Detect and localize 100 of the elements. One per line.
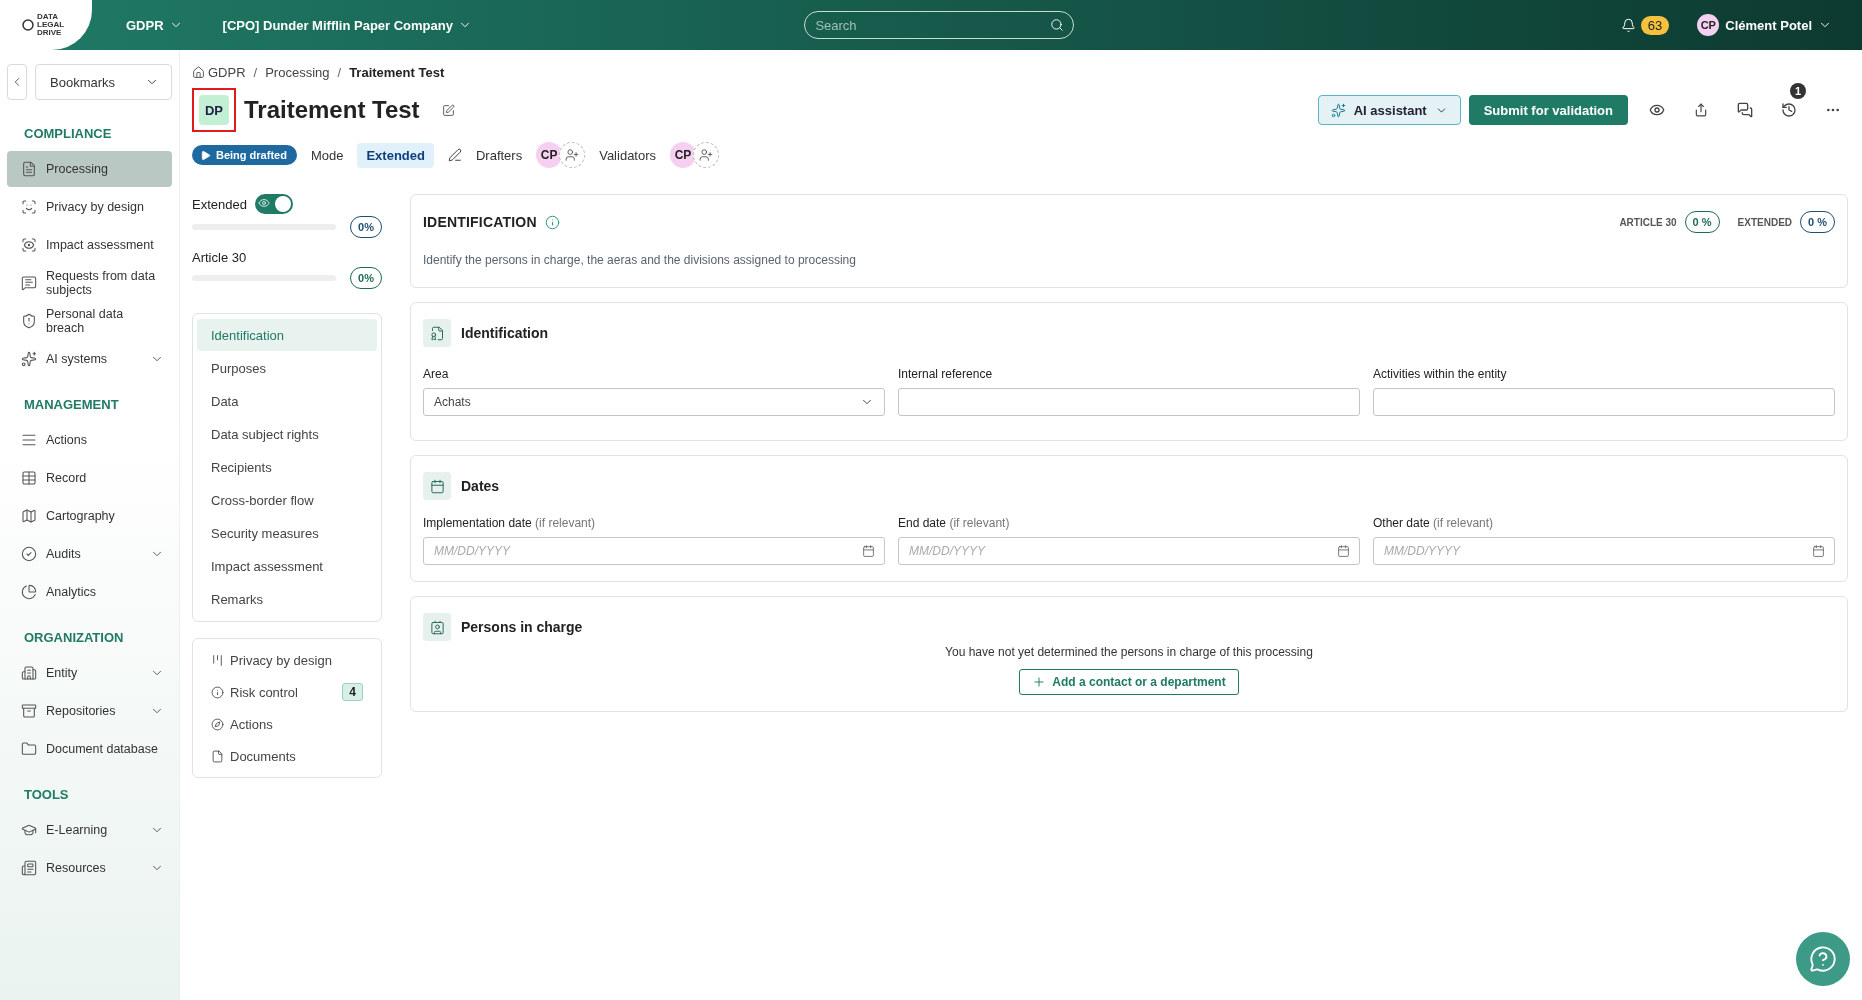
card-title: Dates [461, 478, 500, 494]
graduation-cap-icon [21, 822, 37, 838]
count-badge: 4 [342, 683, 363, 701]
date-field[interactable]: MM/DD/YYYY [1373, 537, 1835, 565]
drafters-label: Drafters [475, 147, 523, 163]
sidebar-item[interactable]: Resources [7, 850, 172, 886]
eye-icon [257, 197, 270, 209]
folder-icon [21, 741, 37, 757]
add-contact-button[interactable]: Add a contact or a department [1019, 669, 1239, 695]
add-person-button[interactable] [559, 142, 586, 168]
date-field[interactable]: MM/DD/YYYY [423, 537, 885, 565]
card-title: Persons in charge [461, 619, 583, 635]
nav-item[interactable]: Identification [197, 319, 377, 351]
mode-tag[interactable]: Extended [357, 142, 434, 168]
sidebar-item[interactable]: Entity [7, 655, 172, 691]
avatar: CP [536, 142, 563, 168]
field-label: Implementation date (if relevant) [423, 516, 597, 530]
play-icon [200, 149, 211, 161]
text-field[interactable] [1373, 388, 1835, 416]
card-title: Identification [461, 325, 549, 341]
sidebar-item[interactable]: Analytics [7, 574, 172, 610]
field-label: End date (if relevant) [898, 516, 1011, 530]
page-title: Traitement Test [244, 96, 420, 124]
search-icon [1050, 18, 1065, 32]
help-icon [1809, 945, 1837, 973]
dashed-frame-icon [21, 199, 37, 215]
link-item[interactable]: Risk control 4 [197, 676, 377, 708]
nav-item[interactable]: Cross-border flow [197, 484, 377, 516]
info-icon [211, 685, 224, 699]
user-menu[interactable]: CP Clément Potel [1691, 0, 1838, 50]
sidebar-item[interactable]: E-Learning [7, 812, 172, 848]
submit-button[interactable]: Submit for validation [1468, 95, 1628, 125]
sidebar-item[interactable]: Personal data breach [7, 303, 172, 339]
sidebar-item[interactable]: Document database [7, 731, 172, 767]
bell-icon [1620, 17, 1636, 33]
help-button[interactable] [1796, 932, 1850, 986]
add-person-button[interactable] [693, 142, 720, 168]
score-label: ARTICLE 30 [1619, 216, 1677, 228]
module-menu[interactable]: GDPR [120, 0, 189, 50]
breadcrumb-link[interactable]: GDPR [192, 65, 246, 80]
nav-item[interactable]: Data [197, 385, 377, 417]
section-title: MANAGEMENT [23, 396, 120, 414]
sparkles-icon [21, 351, 37, 367]
sidebar-item[interactable]: Requests from data subjects [7, 265, 172, 301]
breadcrumb-separator: / [337, 65, 342, 80]
sparkles-icon [1330, 102, 1346, 118]
empty-message: You have not yet determined the persons in charge of this processing [944, 645, 1314, 659]
calendar-icon [1337, 544, 1350, 558]
sidebar-item[interactable]: Cartography [7, 498, 172, 534]
nav-item[interactable]: Data subject rights [197, 418, 377, 450]
sidebar-item[interactable]: Impact assessment [7, 227, 172, 263]
breadcrumb-link[interactable]: Traitement Test [349, 65, 445, 80]
sidebar-item[interactable]: Privacy by design [7, 189, 172, 225]
field-label: Other date (if relevant) [1373, 516, 1495, 530]
text-field[interactable] [898, 388, 1360, 416]
company-menu[interactable]: [CPO] Dunder Mifflin Paper Company [216, 0, 478, 50]
search-field[interactable]: Search [804, 11, 1075, 39]
breadcrumb-link[interactable]: Processing [265, 65, 330, 80]
toggle-switch[interactable] [254, 194, 293, 214]
sidebar-item[interactable]: Record [7, 460, 172, 496]
sidebar-item[interactable]: Audits [7, 536, 172, 572]
home-icon [192, 66, 205, 79]
certificate-icon [423, 319, 451, 347]
section-heading: IDENTIFICATION [423, 214, 537, 230]
nav-item[interactable]: Remarks [197, 583, 377, 615]
initials-badge: DP [199, 95, 229, 125]
sidebar-item[interactable]: Processing [7, 151, 172, 187]
date-field[interactable]: MM/DD/YYYY [898, 537, 1360, 565]
sidebar-item[interactable]: Actions [7, 422, 172, 458]
scan-icon [21, 237, 37, 253]
sidebar-item[interactable]: AI systems [7, 341, 172, 377]
area-select[interactable]: Achats [423, 388, 885, 416]
map-icon [21, 508, 37, 524]
nav-item[interactable]: Security measures [197, 517, 377, 549]
plus-icon [1032, 675, 1047, 689]
mode-label: Mode [310, 147, 344, 163]
ai-assistant-button[interactable]: AI assistant [1317, 95, 1461, 125]
edit-icon [442, 103, 456, 117]
description: Identify the persons in charge, the aeras and the divisions assigned to processing [423, 253, 857, 267]
user-plus-icon [699, 148, 714, 162]
document-icon [21, 161, 37, 177]
calendar-icon [862, 544, 875, 558]
archive-icon [21, 703, 37, 719]
nav-item[interactable]: Recipients [197, 451, 377, 483]
building-icon [21, 665, 37, 681]
nav-item[interactable]: Purposes [197, 352, 377, 384]
link-item[interactable]: Privacy by design [197, 644, 377, 676]
file-icon [211, 749, 224, 763]
nav-item[interactable]: Impact assessment [197, 550, 377, 582]
newspaper-icon [21, 860, 37, 876]
contact-card-icon [423, 613, 451, 641]
breadcrumb-separator: / [253, 65, 258, 80]
field-label: Internal reference [898, 367, 994, 381]
link-item[interactable]: Actions [197, 708, 377, 740]
bookmarks-dropdown[interactable]: Bookmarks [35, 64, 172, 100]
sidebar-item[interactable]: Repositories [7, 693, 172, 729]
link-item[interactable]: Documents [197, 740, 377, 772]
info-icon [544, 214, 560, 230]
check-circle-icon [21, 546, 37, 562]
score-label: EXTENDED [1737, 216, 1793, 228]
